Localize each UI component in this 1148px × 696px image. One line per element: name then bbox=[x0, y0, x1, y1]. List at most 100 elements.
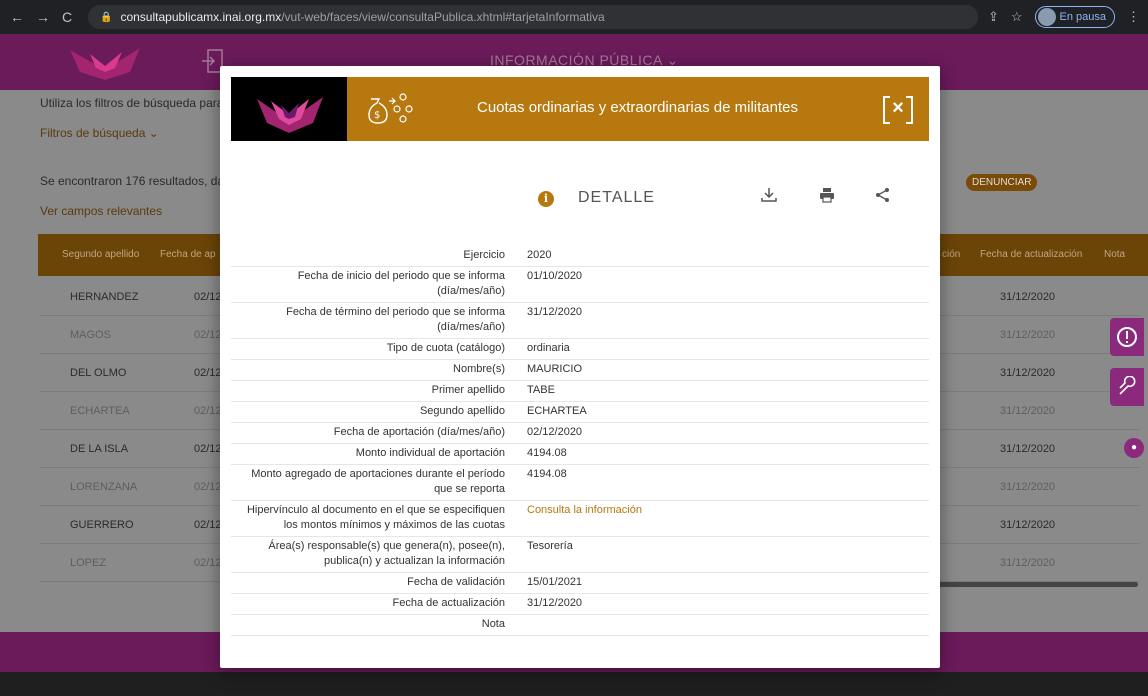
cell-fecha: 02/12 bbox=[194, 329, 222, 341]
detail-row: Fecha de término del periodo que se info… bbox=[231, 303, 929, 339]
detail-label: Monto individual de aportación bbox=[355, 447, 505, 459]
cell-fecha: 02/12 bbox=[194, 367, 222, 379]
cell-actualizacion: 31/12/2020 bbox=[1000, 405, 1056, 417]
browser-nav: ← → C bbox=[0, 9, 72, 25]
print-icon[interactable] bbox=[814, 186, 840, 212]
detail-row: Monto agregado de aportaciones durante e… bbox=[231, 465, 929, 501]
col-fecha-aportacion[interactable]: Fecha de ap bbox=[160, 249, 216, 260]
cell-apellido: LOPEZ bbox=[70, 557, 107, 569]
detail-value: 4194.08 bbox=[527, 468, 567, 480]
forward-icon[interactable]: → bbox=[36, 9, 50, 25]
col-fecha-actualizacion[interactable]: Fecha de actualización bbox=[980, 249, 1082, 260]
share-icon[interactable]: ⇪ bbox=[988, 9, 999, 25]
col-segundo-apellido[interactable]: Segundo apellido bbox=[62, 249, 139, 260]
tools-button[interactable] bbox=[1110, 368, 1144, 406]
cell-actualizacion: 31/12/2020 bbox=[1000, 443, 1056, 455]
share-icon[interactable] bbox=[870, 186, 896, 212]
detail-label: Hipervínculo al documento en el que se e… bbox=[246, 504, 505, 531]
reload-icon[interactable]: C bbox=[62, 9, 72, 25]
bottom-strip bbox=[0, 672, 1148, 696]
col-nota[interactable]: Nota bbox=[1104, 249, 1125, 260]
wrench-icon bbox=[1119, 376, 1136, 395]
modal-title: Cuotas ordinarias y extraordinarias de m… bbox=[477, 99, 798, 116]
detail-value: ordinaria bbox=[527, 342, 570, 354]
detail-row: Área(s) responsable(s) que genera(n), po… bbox=[231, 537, 929, 573]
close-button[interactable]: × bbox=[883, 93, 913, 124]
detail-value: MAURICIO bbox=[527, 363, 582, 375]
detail-row: Segundo apellido ECHARTEA bbox=[231, 402, 929, 423]
detail-label: Nombre(s) bbox=[453, 363, 505, 375]
detail-label: Fecha de validación bbox=[407, 576, 505, 588]
detail-link[interactable]: Consulta la información bbox=[513, 501, 929, 536]
cell-apellido: HERNANDEZ bbox=[70, 291, 139, 303]
profile-button[interactable]: En pausa bbox=[1034, 6, 1115, 28]
detail-row: Fecha de actualización 31/12/2020 bbox=[231, 594, 929, 615]
lock-icon: 🔒 bbox=[100, 11, 113, 23]
cell-apellido: GUERRERO bbox=[70, 519, 134, 531]
detail-value: 31/12/2020 bbox=[527, 306, 583, 318]
cell-apellido: ECHARTEA bbox=[70, 405, 130, 417]
detail-value: 01/10/2020 bbox=[527, 270, 583, 282]
detail-row: Monto individual de aportación 4194.08 bbox=[231, 444, 929, 465]
detail-row: Ejercicio 2020 bbox=[231, 246, 929, 267]
back-icon[interactable]: ← bbox=[10, 9, 24, 25]
browser-actions: ⇪ ☆ En pausa ⋮ bbox=[988, 6, 1140, 28]
star-icon[interactable]: ☆ bbox=[1011, 9, 1023, 25]
horizontal-scrollbar[interactable] bbox=[936, 582, 1138, 587]
alert-button[interactable] bbox=[1110, 318, 1144, 356]
detail-value: Tesorería bbox=[527, 540, 573, 552]
detail-heading: DETALLE bbox=[578, 189, 655, 206]
profile-status: En pausa bbox=[1059, 11, 1106, 23]
cell-fecha: 02/12 bbox=[194, 481, 222, 493]
results-count: Se encontraron 176 resultados, da bbox=[40, 174, 225, 188]
cell-fecha: 02/12 bbox=[194, 443, 222, 455]
denunciar-button[interactable]: DENUNCIAR bbox=[966, 174, 1038, 191]
detail-label: Área(s) responsable(s) que genera(n), po… bbox=[268, 540, 505, 567]
detail-value: 4194.08 bbox=[527, 447, 567, 459]
cell-fecha: 02/12 bbox=[194, 557, 222, 569]
cell-actualizacion: 31/12/2020 bbox=[1000, 481, 1056, 493]
cell-actualizacion: 31/12/2020 bbox=[1000, 557, 1056, 569]
detail-row: Primer apellido TABE bbox=[231, 381, 929, 402]
address-bar[interactable]: 🔒 consultapublicamx.inai.org.mx /vut-web… bbox=[88, 5, 978, 29]
menu-icon[interactable]: ⋮ bbox=[1127, 9, 1140, 25]
detail-row: Tipo de cuota (catálogo) ordinaria bbox=[231, 339, 929, 360]
detail-value: 02/12/2020 bbox=[527, 426, 583, 438]
cell-fecha: 02/12 bbox=[194, 291, 222, 303]
intro-text: Utiliza los filtros de búsqueda para bbox=[40, 96, 224, 110]
detail-value: TABE bbox=[527, 384, 555, 396]
money-people-icon: $ bbox=[368, 93, 413, 124]
chat-icon[interactable]: ● bbox=[1124, 438, 1144, 458]
filters-toggle[interactable]: Filtros de búsqueda ⌄ bbox=[40, 126, 159, 140]
party-logo bbox=[257, 97, 323, 133]
detail-list: Ejercicio 2020 Fecha de inicio del periodo… bbox=[231, 246, 929, 636]
cell-actualizacion: 31/12/2020 bbox=[1000, 329, 1056, 341]
detail-value: ECHARTEA bbox=[527, 405, 587, 417]
svg-text:$: $ bbox=[374, 110, 380, 121]
detail-label: Fecha de término del periodo que se info… bbox=[286, 306, 505, 333]
avatar bbox=[1037, 8, 1056, 26]
detail-label: Fecha de aportación (día/mes/año) bbox=[333, 426, 505, 438]
col-partial[interactable]: ción bbox=[942, 249, 960, 260]
detail-label: Tipo de cuota (catálogo) bbox=[386, 342, 505, 354]
relevant-fields-link[interactable]: Ver campos relevantes bbox=[40, 204, 162, 218]
detail-value: 15/01/2021 bbox=[527, 576, 583, 588]
detail-label: Segundo apellido bbox=[419, 405, 505, 417]
detail-label: Fecha de actualización bbox=[392, 597, 505, 609]
modal-header: $ Cuotas ordinarias y extraordinarias de… bbox=[231, 77, 929, 141]
cell-apellido: DEL OLMO bbox=[70, 367, 127, 379]
detail-label: Ejercicio bbox=[463, 249, 505, 261]
browser-toolbar: ← → C 🔒 consultapublicamx.inai.org.mx /v… bbox=[0, 0, 1148, 34]
detail-label: Primer apellido bbox=[431, 384, 505, 396]
url-path: /vut-web/faces/view/consultaPublica.xhtm… bbox=[281, 10, 605, 24]
cell-actualizacion: 31/12/2020 bbox=[1000, 367, 1056, 379]
cell-actualizacion: 31/12/2020 bbox=[1000, 291, 1056, 303]
alert-icon bbox=[1117, 327, 1137, 347]
site-logo bbox=[70, 48, 140, 80]
detail-row: Nota bbox=[231, 615, 929, 636]
cell-apellido: MAGOS bbox=[70, 329, 111, 341]
detail-row: Nombre(s) MAURICIO bbox=[231, 360, 929, 381]
download-icon[interactable] bbox=[756, 186, 782, 212]
cell-fecha: 02/12 bbox=[194, 405, 222, 417]
cell-apellido: DE LA ISLA bbox=[70, 443, 129, 455]
